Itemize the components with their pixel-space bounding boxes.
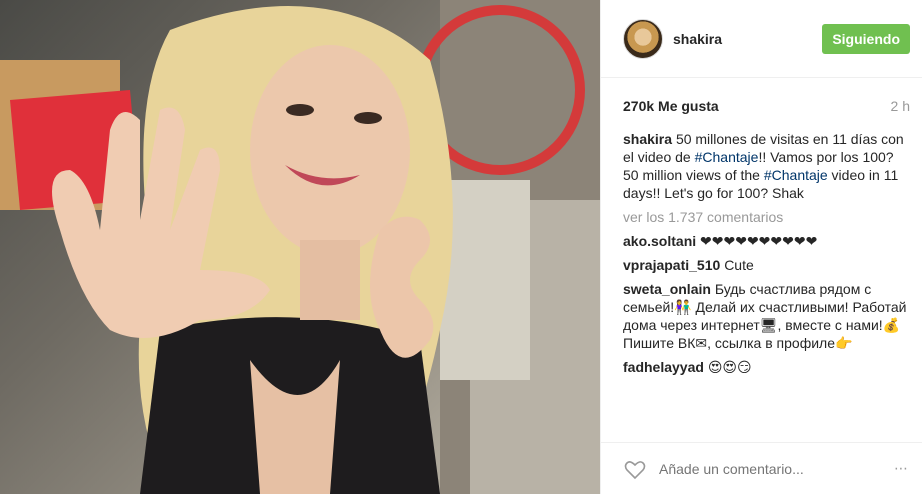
comment-item: vprajapati_510 Cute xyxy=(623,256,908,274)
comment-username[interactable]: ako.soltani xyxy=(623,233,696,249)
photo-bg-block xyxy=(440,180,530,380)
instagram-post: shakira Siguiendo 270k Me gusta 2 h shak… xyxy=(0,0,922,494)
post-photo[interactable] xyxy=(0,0,600,494)
photo-illustration xyxy=(0,0,600,494)
hashtag-link[interactable]: #Chantaje xyxy=(695,149,759,165)
header-username[interactable]: shakira xyxy=(673,31,722,47)
caption-username[interactable]: shakira xyxy=(623,131,672,147)
comment-text: 😍😍😏 xyxy=(707,359,752,375)
comment-username[interactable]: fadhelayyad xyxy=(623,359,704,375)
caption: shakira 50 millones de visitas en 11 día… xyxy=(623,130,908,202)
view-all-comments-link[interactable]: ver los 1.737 comentarios xyxy=(623,208,908,226)
add-comment-input[interactable] xyxy=(659,460,879,477)
post-footer: ⋯ xyxy=(601,442,922,494)
comment-text: Cute xyxy=(724,257,754,273)
comment-item: ako.soltani ❤❤❤❤❤❤❤❤❤❤ xyxy=(623,232,908,250)
post-time[interactable]: 2 h xyxy=(891,98,910,114)
more-options-icon[interactable]: ⋯ xyxy=(894,460,910,477)
heart-icon[interactable] xyxy=(623,457,647,481)
comment-item: sweta_onlain Будь счастлива рядом с семь… xyxy=(623,280,908,352)
photo-face xyxy=(250,45,410,255)
photo-eye-left xyxy=(286,104,314,116)
avatar[interactable] xyxy=(623,18,663,59)
comment-username[interactable]: vprajapati_510 xyxy=(623,257,720,273)
photo-neck xyxy=(300,240,360,320)
following-button[interactable]: Siguiendo xyxy=(822,23,910,54)
comments-section: shakira 50 millones de visitas en 11 día… xyxy=(601,130,922,376)
post-header: shakira Siguiendo xyxy=(601,0,922,78)
post-stats: 270k Me gusta 2 h xyxy=(601,98,922,114)
caption-text-2: !! Vamos por los 100? xyxy=(758,149,894,165)
post-sidebar: shakira Siguiendo 270k Me gusta 2 h shak… xyxy=(600,0,922,494)
caption-text-3: 50 million views of the xyxy=(623,167,764,183)
likes-count[interactable]: 270k Me gusta xyxy=(623,98,719,114)
comment-text: ❤❤❤❤❤❤❤❤❤❤ xyxy=(700,233,818,249)
photo-eye-right xyxy=(354,112,382,124)
comment-username[interactable]: sweta_onlain xyxy=(623,281,711,297)
comment-item: fadhelayyad 😍😍😏 xyxy=(623,358,908,376)
hashtag-link[interactable]: #Chantaje xyxy=(764,167,828,183)
